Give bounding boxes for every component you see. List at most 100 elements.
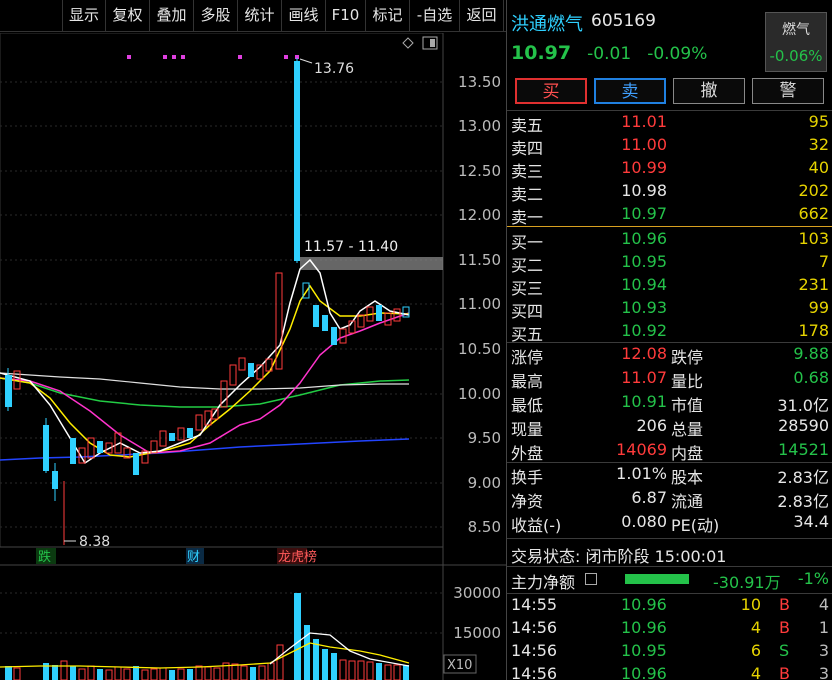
stat-value: 206 — [636, 416, 667, 435]
stat-label: 外盘 — [511, 444, 544, 463]
tick-count: 3 — [818, 641, 829, 660]
tick-price: 10.96 — [621, 664, 667, 680]
fundamental-stats: 换手 1.01% 股本 2.83亿 净资 6.87 流通 2.83亿 收益(-) 0.080 PE(… — [507, 463, 832, 535]
ma-white-line — [0, 258, 410, 465]
volume-unit: X10 — [447, 658, 472, 673]
ma-gray-line — [0, 372, 409, 390]
sector-box[interactable]: 燃气 -0.06% — [765, 12, 827, 72]
order-book-row[interactable]: 买一 10.96 103 — [507, 228, 832, 252]
price-tick: 11.00 — [458, 295, 501, 313]
order-book-row[interactable]: 卖一 10.97 662 — [507, 203, 832, 227]
price-tick: 9.00 — [468, 474, 501, 492]
list-icon[interactable] — [585, 573, 597, 585]
price-tick: 10.50 — [458, 340, 501, 358]
ma-yellow-line — [0, 284, 410, 458]
price-change: -0.01 — [587, 44, 632, 64]
level-price: 10.94 — [621, 275, 667, 294]
volume-tick: 30000 — [453, 584, 501, 602]
statistics-button[interactable]: 统计 — [238, 0, 282, 31]
order-book-row[interactable]: 卖五 11.01 95 — [507, 111, 832, 135]
stat-value: 34.4 — [793, 512, 829, 531]
stat-label: 收益(-) — [511, 516, 562, 535]
watchlist-button[interactable]: -自选 — [410, 0, 460, 31]
level-volume: 32 — [808, 135, 829, 154]
low-label: 8.38 — [79, 534, 110, 550]
quote-panel: 洪通燃气 605169 10.97 -0.01 -0.09% 燃气 -0.06%… — [506, 0, 832, 680]
level-price: 10.98 — [621, 181, 667, 200]
ma-magenta-line — [0, 312, 410, 454]
tick-price: 10.96 — [621, 595, 667, 614]
level-label: 买三 — [511, 279, 544, 298]
high-label: 13.76 — [314, 61, 354, 77]
divider — [507, 538, 832, 539]
stat-label: 股本 — [671, 468, 704, 487]
stat-label: 最高 — [511, 372, 544, 391]
window-icon-fill — [430, 39, 435, 47]
tick-volume: 6 — [750, 641, 761, 660]
stock-name[interactable]: 洪通燃气 — [511, 10, 583, 36]
stat-value: 6.87 — [631, 488, 667, 507]
order-book-row[interactable]: 买三 10.94 231 — [507, 274, 832, 298]
level-price: 10.99 — [621, 158, 667, 177]
stat-value: 14069 — [616, 440, 667, 459]
kline-svg[interactable]: 13.50 13.00 12.50 12.00 11.50 11.00 10.5… — [0, 32, 506, 680]
stat-row: 最高 11.07 量比 0.68 — [507, 367, 832, 391]
stat-label: 内盘 — [671, 444, 704, 463]
order-book-row[interactable]: 买二 10.95 7 — [507, 251, 832, 275]
stat-row: 净资 6.87 流通 2.83亿 — [507, 487, 832, 511]
tick-count: 4 — [818, 595, 829, 614]
price-tick: 13.00 — [458, 117, 501, 135]
stat-value: 2.83亿 — [777, 492, 829, 511]
stat-label: 流通 — [671, 492, 704, 511]
alert-button[interactable]: 警 — [752, 78, 824, 104]
level-volume: 662 — [798, 204, 829, 223]
event-tag-dragon-tiger[interactable]: 龙虎榜 — [278, 549, 317, 565]
order-book-row[interactable]: 卖四 11.00 32 — [507, 134, 832, 158]
range-label: 11.57 - 11.40 — [304, 239, 398, 255]
cancel-order-button[interactable]: 撤 — [673, 78, 745, 104]
price-tick: 10.00 — [458, 385, 501, 403]
stat-row: 现量 206 总量 28590 — [507, 415, 832, 439]
stat-row: 收益(-) 0.080 PE(动) 34.4 — [507, 511, 832, 535]
stat-label: 净资 — [511, 492, 544, 511]
main-flow-row[interactable]: 主力净额 -30.91万 -1% — [507, 567, 832, 593]
diamond-icon[interactable] — [402, 37, 414, 49]
event-tag-drop[interactable]: 跌 — [38, 549, 51, 565]
tick-volume: 4 — [750, 618, 761, 637]
tick-time: 14:55 — [511, 595, 558, 614]
order-book-row[interactable]: 买四 10.93 99 — [507, 297, 832, 321]
tick-price: 10.95 — [621, 641, 667, 660]
level-label: 卖二 — [511, 185, 544, 204]
order-book-row[interactable]: 卖二 10.98 202 — [507, 180, 832, 204]
f10-button[interactable]: F10 — [326, 0, 366, 31]
back-button[interactable]: 返回 — [460, 0, 504, 31]
level-price: 10.96 — [621, 229, 667, 248]
overlay-button[interactable]: 叠加 — [150, 0, 194, 31]
order-book-row[interactable]: 卖三 10.99 40 — [507, 157, 832, 181]
sell-button[interactable]: 卖 — [594, 78, 666, 104]
multi-stock-button[interactable]: 多股 — [194, 0, 238, 31]
stat-row: 最低 10.91 市值 31.0亿 — [507, 391, 832, 415]
tick-side: B — [779, 618, 790, 637]
tick-time: 14:56 — [511, 641, 558, 660]
stat-value: 1.01% — [616, 464, 667, 483]
buy-button[interactable]: 买 — [515, 78, 587, 104]
adjust-button[interactable]: 复权 — [106, 0, 150, 31]
price-tick: 12.50 — [458, 162, 501, 180]
level-volume: 103 — [798, 229, 829, 248]
level-volume: 40 — [808, 158, 829, 177]
tick-row: 14:56 10.96 4 B 1 — [507, 617, 832, 640]
stock-terminal: 显示 复权 叠加 多股 统计 画线 F10 标记 -自选 返回 13.50 13… — [0, 0, 832, 680]
event-tag-finance[interactable]: 财 — [187, 550, 200, 565]
order-book-row[interactable]: 买五 10.92 178 — [507, 320, 832, 344]
volume-grid — [0, 592, 443, 634]
display-button[interactable]: 显示 — [62, 0, 106, 31]
draw-line-button[interactable]: 画线 — [282, 0, 326, 31]
main-flow-label: 主力净额 — [511, 573, 576, 592]
main-flow-value: -30.91万 — [713, 573, 781, 592]
kline-chart[interactable]: 13.50 13.00 12.50 12.00 11.50 11.00 10.5… — [0, 32, 506, 680]
stat-label: 现量 — [511, 420, 544, 439]
tick-volume: 4 — [750, 664, 761, 680]
mark-button[interactable]: 标记 — [366, 0, 410, 31]
price-tick: 12.00 — [458, 206, 501, 224]
